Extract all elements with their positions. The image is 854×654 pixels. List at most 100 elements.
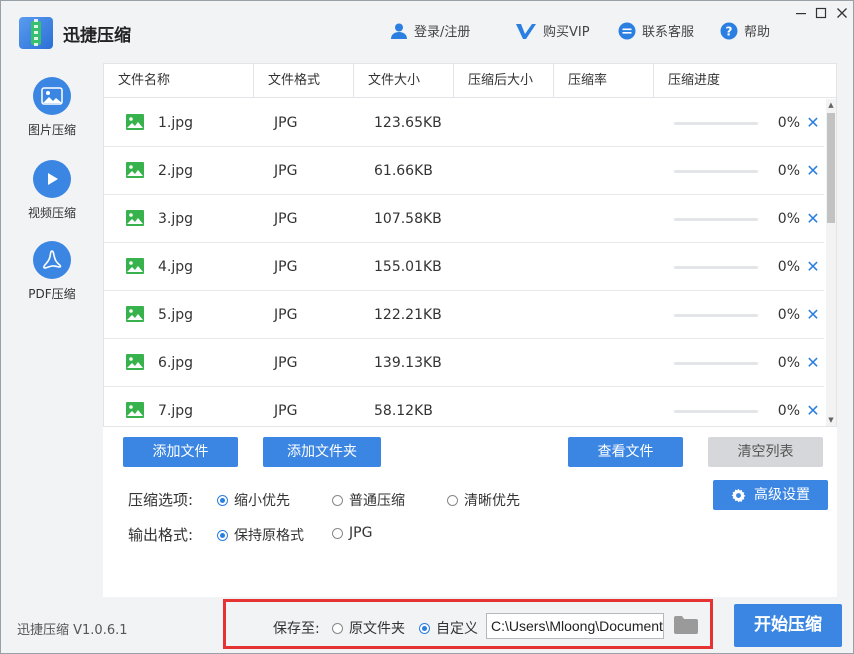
image-file-icon [126,258,144,274]
remove-file-icon[interactable]: ✕ [806,243,820,291]
file-size: 61.66KB [374,163,433,179]
file-table: 文件名称 文件格式 文件大小 压缩后大小 压缩率 压缩进度 1.jpg JPG … [103,63,837,427]
file-name: 1.jpg [158,115,194,131]
gear-icon [731,488,746,503]
radio-compress-clear[interactable]: 清晰优先 [447,490,520,510]
radio-format-original[interactable]: 保持原格式 [217,525,304,545]
help-icon: ? [720,22,738,40]
file-size: 58.12KB [374,403,433,419]
add-folder-button[interactable]: 添加文件夹 [263,437,381,467]
table-scrollbar[interactable]: ▲ ▼ [826,99,836,426]
col-file-format: 文件格式 [254,64,354,98]
col-file-size: 文件大小 [354,64,454,98]
scroll-up-icon[interactable]: ▲ [826,99,836,111]
file-size: 155.01KB [374,259,442,275]
start-compress-button[interactable]: 开始压缩 [734,604,842,647]
sidebar: 图片压缩 视频压缩 PDF压缩 [1,63,103,597]
table-row: 5.jpg JPG 122.21KB 0% ✕ [104,291,824,339]
sidebar-item-label: 图片压缩 [27,123,76,137]
file-format: JPG [274,115,298,131]
title-bar: 迅捷压缩 登录/注册 购买VIP 联系客服 ? 帮助 [1,1,853,63]
save-path-input[interactable]: C:\Users\Mloong\Documents [486,613,664,639]
radio-label: 自定义 [436,621,478,637]
remove-file-icon[interactable]: ✕ [806,339,820,387]
progress-bar [674,314,758,317]
radio-save-original-folder[interactable]: 原文件夹 [332,618,405,638]
advanced-settings-label: 高级设置 [754,487,810,503]
progress-percent: 0% [777,163,800,179]
progress-bar [674,170,758,173]
remove-file-icon[interactable]: ✕ [806,291,820,339]
radio-unselected-icon [332,622,343,634]
maximize-button[interactable] [813,5,829,21]
login-link[interactable]: 登录/注册 [390,21,470,40]
file-name: 6.jpg [158,355,194,371]
file-name: 7.jpg [158,403,194,419]
app-version: 迅捷压缩 V1.0.6.1 [17,623,128,638]
login-label: 登录/注册 [414,25,471,40]
folder-icon[interactable] [673,615,699,635]
file-format: JPG [274,259,298,275]
sidebar-item-video-compress[interactable]: 视频压缩 [1,160,103,221]
buy-vip-link[interactable]: 购买VIP [515,21,590,40]
add-file-button[interactable]: 添加文件 [123,437,238,467]
help-label: 帮助 [744,25,771,40]
radio-selected-icon [217,494,228,506]
radio-label: 普通压缩 [349,493,405,509]
file-format: JPG [274,403,298,419]
col-compressed-size: 压缩后大小 [454,64,554,98]
radio-selected-icon [419,622,430,634]
main-panel: 文件名称 文件格式 文件大小 压缩后大小 压缩率 压缩进度 1.jpg JPG … [103,63,837,597]
radio-label: 保持原格式 [234,528,304,544]
radio-label: 清晰优先 [464,493,520,509]
image-file-icon [126,114,144,130]
remove-file-icon[interactable]: ✕ [806,99,820,147]
progress-bar [674,410,758,413]
help-link[interactable]: ? 帮助 [720,21,770,40]
progress-bar [674,362,758,365]
remove-file-icon[interactable]: ✕ [806,387,820,426]
vip-icon [515,22,537,40]
sidebar-item-pdf-compress[interactable]: PDF压缩 [1,241,103,302]
app-title: 迅捷压缩 [63,26,131,46]
view-files-button[interactable]: 查看文件 [568,437,683,467]
file-name: 3.jpg [158,211,194,227]
radio-compress-smaller[interactable]: 缩小优先 [217,490,290,510]
image-file-icon [126,354,144,370]
sidebar-item-image-compress[interactable]: 图片压缩 [1,77,103,138]
remove-file-icon[interactable]: ✕ [806,147,820,195]
radio-selected-icon [217,529,228,541]
close-button[interactable] [834,5,850,21]
contact-service-link[interactable]: 联系客服 [618,21,694,40]
file-format: JPG [274,211,298,227]
pdf-icon [33,241,71,279]
remove-file-icon[interactable]: ✕ [806,195,820,243]
sidebar-item-label: 视频压缩 [27,206,76,220]
chat-icon [618,22,636,40]
scroll-down-icon[interactable]: ▼ [826,414,836,426]
minimize-button[interactable] [793,5,809,21]
progress-percent: 0% [777,259,800,275]
app-window: 迅捷压缩 登录/注册 购买VIP 联系客服 ? 帮助 图片压缩 视频压缩 PDF… [0,0,854,654]
image-file-icon [126,402,144,418]
radio-compress-normal[interactable]: 普通压缩 [332,490,405,510]
progress-percent: 0% [777,115,800,131]
table-row: 4.jpg JPG 155.01KB 0% ✕ [104,243,824,291]
radio-label: 原文件夹 [349,621,405,637]
user-icon [390,22,408,40]
file-name: 4.jpg [158,259,194,275]
radio-format-jpg[interactable]: JPG [332,525,372,541]
scroll-thumb[interactable] [827,113,835,223]
clear-list-button[interactable]: 清空列表 [708,437,823,467]
play-icon [33,160,71,198]
progress-percent: 0% [777,355,800,371]
app-logo-icon [19,17,53,49]
radio-label: 缩小优先 [234,493,290,509]
col-file-name: 文件名称 [104,64,254,98]
file-format: JPG [274,355,298,371]
advanced-settings-button[interactable]: 高级设置 [713,480,828,510]
compress-options-label: 压缩选项: [128,491,194,509]
file-size: 107.58KB [374,211,442,227]
file-format: JPG [274,163,298,179]
radio-save-custom[interactable]: 自定义 [419,618,478,638]
